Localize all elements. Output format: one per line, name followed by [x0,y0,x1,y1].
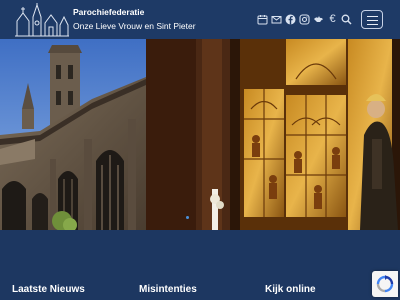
mass-intentions-heading[interactable]: Misintenties [139,284,197,295]
hamburger-line [367,23,378,25]
euro-icon[interactable]: € [327,13,338,25]
menu-toggle-button[interactable] [361,10,383,29]
brand-title: Parochiefederatie [73,7,145,17]
search-icon[interactable] [341,14,352,25]
instagram-icon[interactable] [299,13,310,25]
site-header: Parochiefederatie Onze Lieve Vrouw en Si… [0,0,400,39]
golden-altarpiece-photo [146,39,400,230]
slider-indicator-dot[interactable] [186,216,189,219]
hamburger-line [367,15,378,17]
site-brand[interactable]: Parochiefederatie Onze Lieve Vrouw en Si… [73,7,196,32]
recaptcha-icon [376,275,394,293]
recaptcha-badge[interactable] [372,271,398,297]
church-logo[interactable] [14,3,70,37]
brand-subtitle: Onze Lieve Vrouw en Sint Pieter [73,21,196,31]
calendar-icon[interactable] [257,14,268,25]
hamburger-line [367,19,378,21]
latest-news-heading[interactable]: Laatste Nieuws [12,284,85,295]
church-tower-photo [0,39,146,230]
mail-icon[interactable] [271,14,282,25]
header-icon-bar: € [257,12,355,26]
watch-online-heading[interactable]: Kijk online [265,284,316,295]
hero-image-slider[interactable] [0,39,400,230]
facebook-icon[interactable] [285,14,296,25]
bird-icon[interactable] [313,14,324,25]
